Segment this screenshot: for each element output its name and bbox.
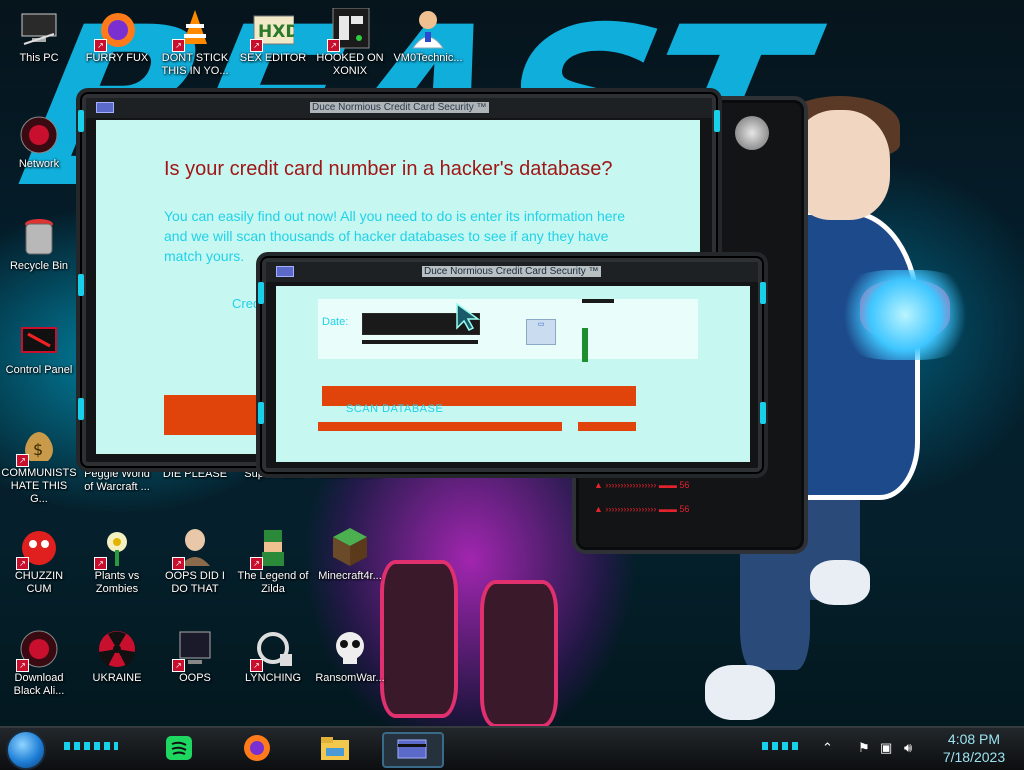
desktop-icon-network[interactable]: Network [1, 114, 77, 171]
desktop-icon-communists[interactable]: $ ↗ COMMUNISTS HATE THIS G... [1, 423, 77, 506]
card-chip-icon: ▭ [526, 319, 556, 345]
desktop-icon-minecraft[interactable]: Minecraft4r... [312, 526, 388, 583]
desktop-icon-recycle-bin[interactable]: Recycle Bin [1, 216, 77, 273]
scan-database-label: SCAN DATABASE [346, 403, 444, 415]
date-label: Date: [322, 316, 349, 328]
clock-time: 4:08 PM [947, 731, 1001, 747]
title-bar[interactable]: Duce Normious Credit Card Security ™ [266, 262, 758, 282]
dialog-heading: Is your credit card number in a hacker's… [164, 158, 613, 180]
flower-icon: ↗ [94, 526, 138, 570]
taskbar: ⌃ ⚑ ▣ 🔊︎ 4:08 PM 7/18/2023 [0, 726, 1024, 770]
desktop-icon-die-please[interactable]: DIE PLEASE [157, 468, 233, 481]
desktop-icon-hooked-on-xonix[interactable]: ↗ HOOKED ON XONIX [312, 7, 388, 78]
cancel-button[interactable] [578, 422, 636, 431]
control-panel-icon [18, 320, 60, 362]
taskbar-spotify[interactable] [162, 732, 196, 764]
volume-icon[interactable]: 🔊︎ [904, 740, 912, 756]
alien-logo [735, 116, 769, 150]
credit-card-icon [397, 739, 427, 759]
svg-text:$: $ [33, 440, 43, 459]
card-number-input[interactable] [362, 340, 478, 344]
desktop-icon-lynching[interactable]: ↗ LYNCHING [235, 628, 311, 685]
technician-icon [407, 8, 449, 50]
app-icon [96, 102, 114, 113]
portrait-icon: ↗ [172, 526, 216, 570]
taskbar-credit-card-security[interactable] [382, 732, 444, 768]
computer-icon [18, 8, 60, 50]
chuzzle-icon: ↗ [16, 526, 60, 570]
hxd-icon: HXD ↗ [250, 8, 299, 52]
desktop-icon-ukraine[interactable]: UKRAINE [79, 628, 155, 685]
monitor-icon: ↗ [172, 628, 216, 672]
radiation-icon [96, 628, 138, 670]
desktop-icon-peggle[interactable]: Peggle World of Warcraft ... [79, 468, 155, 494]
recycle-bin-icon [18, 216, 60, 258]
spotify-icon [166, 736, 192, 760]
desktop-icon-plants-vs-zombies[interactable]: ↗ Plants vs Zombies [79, 526, 155, 596]
svg-text:HXD: HXD [258, 22, 294, 42]
dialog-body-text: You can easily find out now! All you nee… [164, 208, 625, 264]
network-icon [18, 114, 60, 156]
desktop-icon-furry-fux[interactable]: ↗ FURRY FUX [79, 8, 155, 65]
scan-dialog-content: Date: ▭ SCAN DATABASE [276, 286, 750, 462]
firefox-icon: ↗ [94, 8, 138, 52]
taskbar-firefox[interactable] [240, 732, 274, 764]
grass-block-icon [329, 526, 371, 568]
start-button[interactable] [6, 730, 46, 770]
mouse-cursor-icon [455, 302, 481, 337]
alien-orb-icon: ↗ [16, 628, 60, 672]
desktop-icon-oops-did-i[interactable]: ↗ OOPS DID I DO THAT [157, 526, 233, 596]
desktop-icon-dont-stick[interactable]: ↗ DONT STICK THIS IN YO... [157, 8, 233, 78]
folder-icon [321, 737, 349, 760]
desktop-icon-oops[interactable]: ↗ OOPS [157, 628, 233, 685]
window-title: Duce Normious Credit Card Security ™ [310, 102, 489, 113]
chevron-up-icon[interactable]: ⌃ [822, 740, 833, 756]
rope-icon: ↗ [250, 628, 294, 672]
desktop-icon-this-pc[interactable]: This PC [1, 8, 77, 65]
network-tray-icon[interactable]: ▣ [880, 740, 892, 756]
firefox-icon [244, 735, 270, 761]
scan-dialog-window[interactable]: Duce Normious Credit Card Security ™ Dat… [258, 258, 766, 472]
title-bar[interactable]: Duce Normious Credit Card Security ™ [86, 98, 712, 118]
shortcut-arrow-icon: ↗ [94, 39, 107, 52]
desktop-icon-chuzzin[interactable]: ↗ CHUZZIN CUM [1, 526, 77, 596]
desktop-icon-control-panel[interactable]: Control Panel [1, 320, 77, 377]
desktop-icon-ransomware[interactable]: RansomWar... [312, 628, 388, 685]
desktop-icon-sex-editor[interactable]: HXD ↗ SEX EDITOR [235, 8, 311, 65]
desktop-icon-download-black-ali[interactable]: ↗ Download Black Ali... [1, 628, 77, 698]
taskbar-clock[interactable]: 4:08 PM 7/18/2023 [930, 730, 1018, 766]
flag-icon[interactable]: ⚑ [858, 740, 870, 756]
money-bag-icon: $ ↗ [16, 423, 60, 467]
progress-bar [318, 422, 562, 431]
pixel-hero-icon: ↗ [250, 526, 294, 570]
clock-date: 7/18/2023 [942, 749, 1006, 765]
window-title: Duce Normious Credit Card Security ™ [422, 266, 601, 277]
vlc-cone-icon: ↗ [172, 8, 216, 52]
credit-card-label: Cred [232, 296, 261, 311]
submit-button[interactable] [164, 395, 258, 435]
taskbar-file-explorer[interactable] [318, 732, 352, 764]
card-stripe [582, 328, 588, 362]
desktop-icon-vm0technic[interactable]: VM0Technic... [390, 8, 466, 65]
xonix-icon: ↗ [327, 7, 371, 52]
app-icon [276, 266, 294, 277]
skull-icon [329, 628, 371, 670]
desktop-icon-legend-of-zilda[interactable]: ↗ The Legend of Zilda [235, 526, 311, 596]
